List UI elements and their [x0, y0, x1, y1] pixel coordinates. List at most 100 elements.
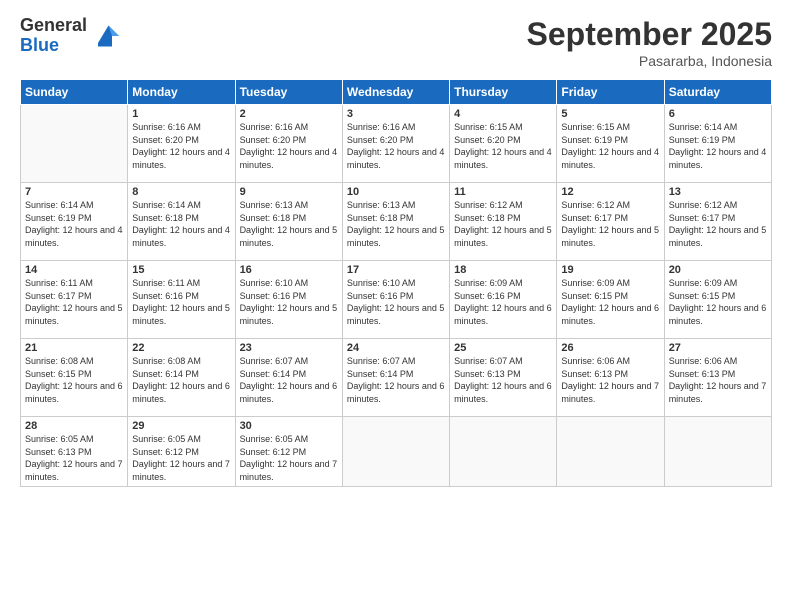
day-number: 22: [132, 342, 230, 354]
calendar-cell: 20 Sunrise: 6:09 AMSunset: 6:15 PMDaylig…: [664, 261, 771, 339]
day-number: 27: [669, 342, 767, 354]
header-saturday: Saturday: [664, 80, 771, 105]
day-number: 8: [132, 186, 230, 198]
day-number: 3: [347, 108, 445, 120]
calendar-cell: 27 Sunrise: 6:06 AMSunset: 6:13 PMDaylig…: [664, 339, 771, 417]
calendar-cell: [342, 417, 449, 487]
calendar-cell: [664, 417, 771, 487]
calendar-table: Sunday Monday Tuesday Wednesday Thursday…: [20, 79, 772, 487]
calendar-cell: [450, 417, 557, 487]
title-block: September 2025 Pasararba, Indonesia: [527, 16, 772, 69]
logo-general: General: [20, 16, 87, 36]
day-info: Sunrise: 6:13 AMSunset: 6:18 PMDaylight:…: [240, 200, 338, 248]
location: Pasararba, Indonesia: [527, 53, 772, 69]
day-number: 15: [132, 264, 230, 276]
day-info: Sunrise: 6:15 AMSunset: 6:20 PMDaylight:…: [454, 122, 552, 170]
day-number: 11: [454, 186, 552, 198]
calendar-cell: 8 Sunrise: 6:14 AMSunset: 6:18 PMDayligh…: [128, 183, 235, 261]
calendar-cell: 12 Sunrise: 6:12 AMSunset: 6:17 PMDaylig…: [557, 183, 664, 261]
logo: General Blue: [20, 16, 119, 56]
day-info: Sunrise: 6:16 AMSunset: 6:20 PMDaylight:…: [240, 122, 338, 170]
calendar-cell: 2 Sunrise: 6:16 AMSunset: 6:20 PMDayligh…: [235, 105, 342, 183]
day-info: Sunrise: 6:12 AMSunset: 6:17 PMDaylight:…: [669, 200, 767, 248]
day-number: 10: [347, 186, 445, 198]
day-number: 2: [240, 108, 338, 120]
day-number: 1: [132, 108, 230, 120]
day-info: Sunrise: 6:05 AMSunset: 6:12 PMDaylight:…: [132, 434, 230, 482]
logo-text: General Blue: [20, 16, 87, 56]
header-thursday: Thursday: [450, 80, 557, 105]
day-number: 7: [25, 186, 123, 198]
calendar-header-row: Sunday Monday Tuesday Wednesday Thursday…: [21, 80, 772, 105]
day-number: 30: [240, 420, 338, 432]
calendar-cell: 29 Sunrise: 6:05 AMSunset: 6:12 PMDaylig…: [128, 417, 235, 487]
month-title: September 2025: [527, 16, 772, 53]
calendar-cell: 19 Sunrise: 6:09 AMSunset: 6:15 PMDaylig…: [557, 261, 664, 339]
day-info: Sunrise: 6:08 AMSunset: 6:15 PMDaylight:…: [25, 356, 123, 404]
day-number: 19: [561, 264, 659, 276]
day-info: Sunrise: 6:14 AMSunset: 6:19 PMDaylight:…: [669, 122, 767, 170]
calendar-cell: 22 Sunrise: 6:08 AMSunset: 6:14 PMDaylig…: [128, 339, 235, 417]
calendar-cell: 3 Sunrise: 6:16 AMSunset: 6:20 PMDayligh…: [342, 105, 449, 183]
day-info: Sunrise: 6:16 AMSunset: 6:20 PMDaylight:…: [347, 122, 445, 170]
day-info: Sunrise: 6:05 AMSunset: 6:12 PMDaylight:…: [240, 434, 338, 482]
header-friday: Friday: [557, 80, 664, 105]
calendar-cell: 24 Sunrise: 6:07 AMSunset: 6:14 PMDaylig…: [342, 339, 449, 417]
week-row-3: 14 Sunrise: 6:11 AMSunset: 6:17 PMDaylig…: [21, 261, 772, 339]
calendar-cell: 21 Sunrise: 6:08 AMSunset: 6:15 PMDaylig…: [21, 339, 128, 417]
calendar-cell: 17 Sunrise: 6:10 AMSunset: 6:16 PMDaylig…: [342, 261, 449, 339]
calendar-cell: 13 Sunrise: 6:12 AMSunset: 6:17 PMDaylig…: [664, 183, 771, 261]
day-info: Sunrise: 6:11 AMSunset: 6:17 PMDaylight:…: [25, 278, 123, 326]
header-tuesday: Tuesday: [235, 80, 342, 105]
day-info: Sunrise: 6:16 AMSunset: 6:20 PMDaylight:…: [132, 122, 230, 170]
calendar-cell: 30 Sunrise: 6:05 AMSunset: 6:12 PMDaylig…: [235, 417, 342, 487]
day-info: Sunrise: 6:14 AMSunset: 6:18 PMDaylight:…: [132, 200, 230, 248]
day-number: 6: [669, 108, 767, 120]
week-row-2: 7 Sunrise: 6:14 AMSunset: 6:19 PMDayligh…: [21, 183, 772, 261]
day-number: 21: [25, 342, 123, 354]
day-info: Sunrise: 6:10 AMSunset: 6:16 PMDaylight:…: [347, 278, 445, 326]
calendar-cell: [21, 105, 128, 183]
calendar-cell: 25 Sunrise: 6:07 AMSunset: 6:13 PMDaylig…: [450, 339, 557, 417]
page: General Blue September 2025 Pasararba, I…: [0, 0, 792, 612]
week-row-1: 1 Sunrise: 6:16 AMSunset: 6:20 PMDayligh…: [21, 105, 772, 183]
day-number: 25: [454, 342, 552, 354]
calendar-cell: 16 Sunrise: 6:10 AMSunset: 6:16 PMDaylig…: [235, 261, 342, 339]
day-number: 28: [25, 420, 123, 432]
day-number: 23: [240, 342, 338, 354]
logo-icon: [91, 22, 119, 50]
calendar-cell: 9 Sunrise: 6:13 AMSunset: 6:18 PMDayligh…: [235, 183, 342, 261]
day-info: Sunrise: 6:07 AMSunset: 6:14 PMDaylight:…: [240, 356, 338, 404]
day-info: Sunrise: 6:09 AMSunset: 6:15 PMDaylight:…: [669, 278, 767, 326]
day-number: 26: [561, 342, 659, 354]
day-number: 18: [454, 264, 552, 276]
day-number: 9: [240, 186, 338, 198]
day-number: 5: [561, 108, 659, 120]
day-info: Sunrise: 6:07 AMSunset: 6:13 PMDaylight:…: [454, 356, 552, 404]
day-info: Sunrise: 6:09 AMSunset: 6:16 PMDaylight:…: [454, 278, 552, 326]
calendar-cell: 7 Sunrise: 6:14 AMSunset: 6:19 PMDayligh…: [21, 183, 128, 261]
calendar-cell: 18 Sunrise: 6:09 AMSunset: 6:16 PMDaylig…: [450, 261, 557, 339]
day-number: 14: [25, 264, 123, 276]
day-info: Sunrise: 6:12 AMSunset: 6:17 PMDaylight:…: [561, 200, 659, 248]
day-info: Sunrise: 6:06 AMSunset: 6:13 PMDaylight:…: [561, 356, 659, 404]
calendar-cell: 23 Sunrise: 6:07 AMSunset: 6:14 PMDaylig…: [235, 339, 342, 417]
day-info: Sunrise: 6:13 AMSunset: 6:18 PMDaylight:…: [347, 200, 445, 248]
week-row-5: 28 Sunrise: 6:05 AMSunset: 6:13 PMDaylig…: [21, 417, 772, 487]
calendar-cell: 15 Sunrise: 6:11 AMSunset: 6:16 PMDaylig…: [128, 261, 235, 339]
calendar-cell: [557, 417, 664, 487]
day-info: Sunrise: 6:10 AMSunset: 6:16 PMDaylight:…: [240, 278, 338, 326]
day-info: Sunrise: 6:08 AMSunset: 6:14 PMDaylight:…: [132, 356, 230, 404]
header: General Blue September 2025 Pasararba, I…: [20, 16, 772, 69]
calendar-cell: 5 Sunrise: 6:15 AMSunset: 6:19 PMDayligh…: [557, 105, 664, 183]
header-wednesday: Wednesday: [342, 80, 449, 105]
day-info: Sunrise: 6:12 AMSunset: 6:18 PMDaylight:…: [454, 200, 552, 248]
day-number: 16: [240, 264, 338, 276]
day-number: 24: [347, 342, 445, 354]
calendar-cell: 10 Sunrise: 6:13 AMSunset: 6:18 PMDaylig…: [342, 183, 449, 261]
day-info: Sunrise: 6:07 AMSunset: 6:14 PMDaylight:…: [347, 356, 445, 404]
day-info: Sunrise: 6:15 AMSunset: 6:19 PMDaylight:…: [561, 122, 659, 170]
day-number: 20: [669, 264, 767, 276]
header-sunday: Sunday: [21, 80, 128, 105]
day-number: 13: [669, 186, 767, 198]
